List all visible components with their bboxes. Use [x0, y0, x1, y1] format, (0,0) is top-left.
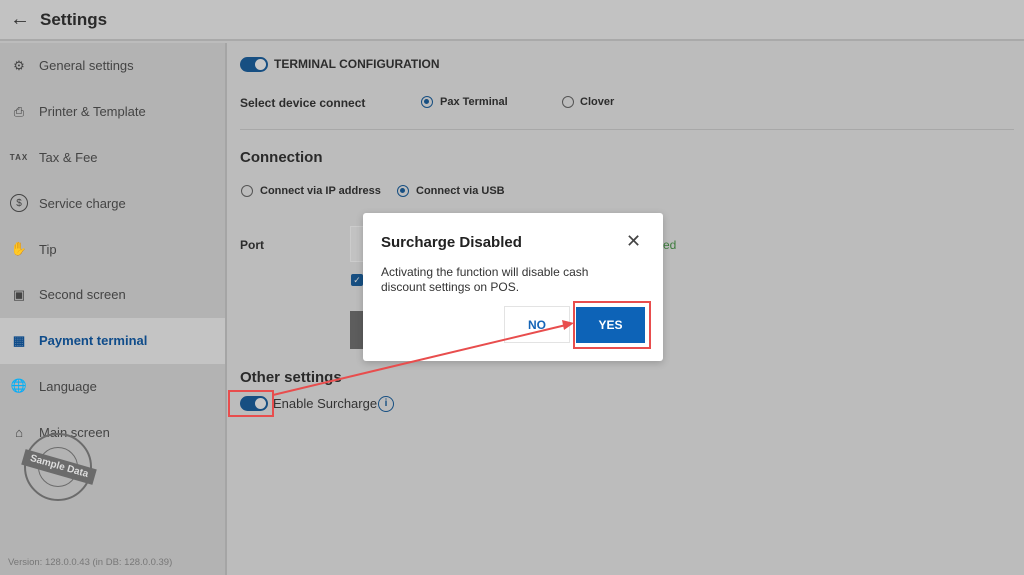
annotation-arrow — [272, 320, 574, 396]
